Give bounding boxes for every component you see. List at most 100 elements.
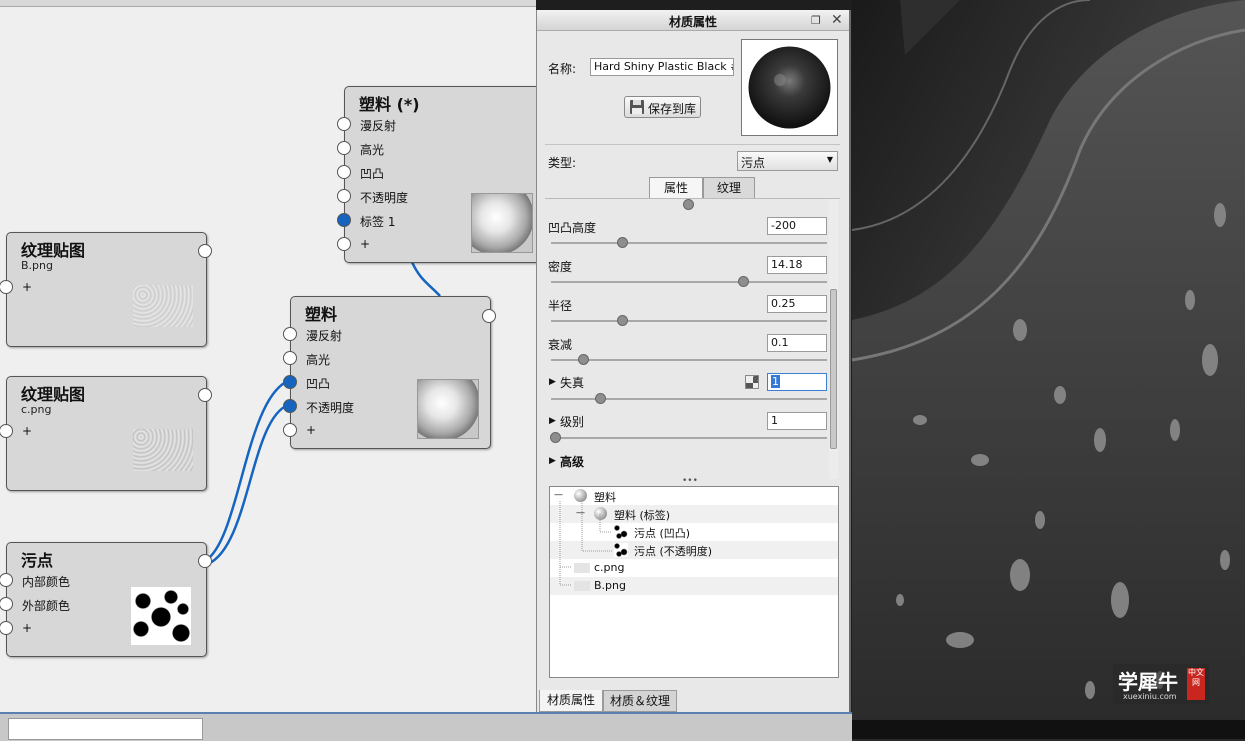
save-to-library-button[interactable]: 保存到库 [624, 96, 701, 118]
density-field[interactable]: 14.18 [767, 256, 827, 274]
expand-arrow-icon[interactable]: ▶ [549, 377, 556, 387]
restore-icon[interactable]: ❐ [811, 14, 821, 27]
socket-output[interactable] [198, 244, 212, 258]
socket-opacity[interactable] [337, 189, 351, 203]
socket-bump[interactable] [337, 165, 351, 179]
slider-knob[interactable] [595, 393, 606, 404]
slider-knob[interactable] [578, 354, 589, 365]
slider-knob[interactable] [683, 199, 694, 210]
tree-row[interactable]: 污点 (凹凸) [550, 523, 838, 541]
socket-output[interactable] [482, 309, 496, 323]
texture-icon [574, 563, 590, 573]
socket-diffuse[interactable] [337, 117, 351, 131]
material-name-field[interactable]: Hard Shiny Plastic Black #31 [590, 58, 734, 76]
advanced-section-label[interactable]: 高级 [560, 453, 584, 470]
node-title: 塑料 [305, 305, 338, 324]
node-texture-c[interactable]: 纹理贴图 c.png + [0, 376, 212, 491]
properties-list[interactable]: 凹凸高度 -200 密度 14.18 半径 0.25 衰减 0.1 ▶ 失真 1… [545, 198, 840, 479]
socket-opacity[interactable] [283, 399, 297, 413]
socket-label: 漫反射 [306, 329, 343, 343]
node-editor[interactable]: 塑料 (*) 漫反射 高光 凹凸 不透明度 标签 1 + 塑料 漫反射 高光 凹… [0, 0, 536, 712]
radius-field[interactable]: 0.25 [767, 295, 827, 313]
socket-add[interactable] [0, 280, 13, 294]
socket-inner-color[interactable] [0, 573, 13, 587]
socket-label: 不透明度 [360, 191, 409, 205]
expand-arrow-icon[interactable]: ▶ [549, 456, 556, 466]
slider-knob[interactable] [617, 237, 628, 248]
socket-specular[interactable] [337, 141, 351, 155]
tree-row[interactable]: — 塑料 (标签) [550, 505, 838, 523]
texture-filename: B.png [21, 259, 53, 272]
tab-material-texture[interactable]: 材质＆纹理 [603, 690, 677, 712]
falloff-field[interactable]: 0.1 [767, 334, 827, 352]
socket-diffuse[interactable] [283, 327, 297, 341]
socket-bump[interactable] [283, 375, 297, 389]
panel-titlebar[interactable]: 材质属性 ❐ ✕ [537, 10, 849, 31]
socket-add[interactable] [0, 424, 13, 438]
socket-specular[interactable] [283, 351, 297, 365]
slider-knob[interactable] [550, 432, 561, 443]
slider-knob[interactable] [617, 315, 628, 326]
sphere-icon [574, 489, 587, 502]
tree-row[interactable]: c.png [550, 559, 838, 577]
socket-label: 高光 [306, 353, 331, 367]
material-preview-sphere [748, 46, 831, 129]
scrollbar-thumb[interactable] [830, 289, 837, 449]
save-button-label: 保存到库 [648, 102, 697, 116]
tree-row[interactable]: B.png [550, 577, 838, 595]
tab-material-properties[interactable]: 材质属性 [539, 690, 603, 712]
socket-add[interactable] [337, 237, 351, 251]
socket-output[interactable] [198, 388, 212, 402]
expand-arrow-icon[interactable]: ▶ [549, 416, 556, 426]
distortion-value: 1 [771, 375, 780, 388]
tab-properties[interactable]: 属性 [649, 177, 703, 198]
socket-add[interactable] [0, 621, 13, 635]
socket-label: 凹凸 [360, 167, 385, 181]
status-strip [0, 712, 852, 741]
type-select-value: 污点 [741, 156, 766, 170]
socket-label: + [306, 423, 317, 437]
distortion-slider[interactable] [551, 398, 827, 400]
node-spots[interactable]: 污点 内部颜色 外部颜色 + [0, 542, 212, 657]
tree-label: 污点 (凹凸) [634, 527, 691, 540]
splitter-handle[interactable]: ••• [682, 476, 698, 486]
material-properties-panel[interactable]: 材质属性 ❐ ✕ 名称: Hard Shiny Plastic Black #3… [536, 10, 851, 712]
tree-label: B.png [594, 579, 626, 592]
material-tree[interactable]: — 塑料 — 塑料 (标签) 污点 (凹凸) 污点 (不透明度) c.png B… [549, 486, 839, 678]
density-slider[interactable] [551, 281, 827, 283]
checkerboard-icon[interactable] [745, 375, 759, 389]
material-sphere-thumbnail [471, 193, 533, 253]
prop-label-density: 密度 [548, 260, 573, 274]
radius-slider[interactable] [551, 320, 827, 322]
bump-height-field[interactable]: -200 [767, 217, 827, 235]
node-title: 纹理贴图 [21, 241, 86, 260]
node-texture-b[interactable]: 纹理贴图 B.png + [0, 232, 212, 347]
slider-knob[interactable] [738, 276, 749, 287]
collapse-icon[interactable]: — [576, 508, 585, 518]
bump-height-slider[interactable] [551, 242, 827, 244]
tree-row[interactable]: — 塑料 [550, 487, 838, 505]
watermark-badge: 中文网 [1187, 668, 1205, 700]
socket-add[interactable] [283, 423, 297, 437]
properties-scrollbar[interactable] [829, 199, 838, 479]
texture-icon [574, 581, 590, 591]
node-plastic-main[interactable]: 塑料 (*) 漫反射 高光 凹凸 不透明度 标签 1 + [337, 86, 536, 263]
node-plastic[interactable]: 塑料 漫反射 高光 凹凸 不透明度 + [283, 296, 496, 449]
socket-label: 不透明度 [306, 401, 355, 415]
tab-texture[interactable]: 纹理 [703, 177, 755, 198]
collapse-icon[interactable]: — [554, 490, 563, 500]
sphere-icon [594, 507, 607, 520]
tree-label: c.png [594, 561, 625, 574]
socket-outer-color[interactable] [0, 597, 13, 611]
socket-label-1[interactable] [337, 213, 351, 227]
distortion-field[interactable]: 1 [767, 373, 827, 391]
close-icon[interactable]: ✕ [831, 12, 843, 28]
name-label: 名称: [548, 62, 577, 76]
type-select[interactable]: 污点 ▼ [737, 151, 838, 171]
tree-row[interactable]: 污点 (不透明度) [550, 541, 838, 559]
level-field[interactable]: 1 [767, 412, 827, 430]
level-slider[interactable] [551, 437, 827, 439]
socket-output[interactable] [198, 554, 212, 568]
watermark-url: xuexiniu.com [1123, 692, 1177, 701]
falloff-slider[interactable] [551, 359, 827, 361]
